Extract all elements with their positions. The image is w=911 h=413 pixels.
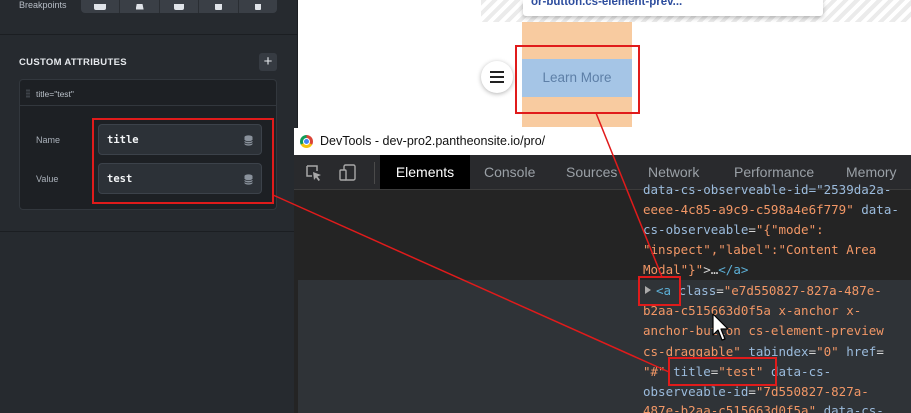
learn-more-button[interactable]: Learn More: [522, 59, 632, 97]
code-line: eeee-4c85-a9c9-c598a4e6f779" data-: [643, 202, 899, 217]
tooltip-text: or-button.cs-element-prev...: [531, 0, 683, 8]
name-label: Name: [36, 135, 61, 145]
code-text: title: [665, 364, 711, 379]
code-text: <a: [656, 283, 672, 298]
code-text: 487e-b2aa-c515663d0f5a": [643, 403, 817, 413]
hamburger-menu-button[interactable]: [481, 61, 513, 93]
code-text: >…: [703, 262, 719, 277]
code-line: cs-draggable" tabindex="0" href=: [643, 344, 884, 359]
tablet-landscape-icon: [174, 3, 185, 10]
breakpoints-label: Breakpoints: [19, 0, 67, 10]
code-text: =: [748, 384, 756, 399]
code-text: "7d550827-827a-: [755, 384, 869, 399]
breakpoints-row: Breakpoints: [0, 0, 298, 13]
code-line: Modal"}">…</a>: [643, 262, 748, 277]
inspect-element-icon[interactable]: [304, 163, 324, 183]
code-text: cs-draggable": [643, 344, 741, 359]
attribute-card: title="test" Name title Value test: [19, 79, 277, 210]
code-text: data-cs-: [763, 364, 832, 379]
toolbar-separator: [374, 162, 375, 184]
code-text: "inspect","label":"Content Area: [643, 242, 877, 257]
device-toolbar-icon[interactable]: [338, 163, 358, 183]
code-text: data-: [853, 202, 899, 217]
expand-node-icon[interactable]: [645, 286, 651, 294]
breakpoint-phone-button[interactable]: [238, 0, 277, 13]
code-text: observeable-id: [643, 384, 749, 399]
hamburger-icon: [490, 71, 504, 73]
code-text: data-cs-observeable-id="2539da2a-: [643, 182, 892, 197]
chrome-icon: [300, 135, 313, 148]
attribute-summary-text: title="test": [36, 89, 74, 99]
code-line: data-cs-observeable-id="2539da2a-: [643, 182, 891, 197]
desktop-icon: [94, 3, 107, 10]
breakpoint-button-group: [81, 0, 277, 13]
code-text: href: [838, 344, 877, 359]
code-text: eeee-4c85-a9c9-c598a4e6f779": [643, 202, 854, 217]
breakpoint-laptop-button[interactable]: [120, 0, 160, 13]
attribute-summary-row[interactable]: title="test": [20, 80, 276, 106]
value-label: Value: [36, 174, 59, 184]
dynamic-content-icon[interactable]: [244, 174, 253, 185]
devtools-window-title: DevTools - dev-pro2.pantheonsite.io/pro/: [320, 134, 546, 148]
code-text: =: [716, 283, 724, 298]
code-text: =: [876, 344, 884, 359]
code-text: "e7d550827-827a-487e-: [723, 283, 882, 298]
code-line: b2aa-c515663d0f5a x-anchor x-: [643, 303, 861, 318]
code-text: tabindex: [740, 344, 809, 359]
devtools-titlebar: DevTools - dev-pro2.pantheonsite.io/pro/: [294, 128, 911, 155]
code-line: anchor-button cs-element-preview: [643, 323, 884, 338]
code-text: </a>: [718, 262, 749, 277]
tab-elements[interactable]: Elements: [380, 155, 470, 189]
dynamic-content-icon[interactable]: [244, 135, 253, 146]
code-text: cs-observeable: [643, 222, 749, 237]
code-line: "#" title="test" data-cs-: [643, 364, 831, 379]
tab-console[interactable]: Console: [484, 155, 535, 189]
custom-attributes-header: CUSTOM ATTRIBUTES: [19, 57, 127, 68]
code-line: "inspect","label":"Content Area: [643, 242, 876, 257]
code-line: cs-observeable="{"mode":: [643, 222, 824, 237]
code-text: "{"mode":: [755, 222, 824, 237]
name-field[interactable]: title: [98, 124, 262, 155]
mouse-cursor-icon: [712, 313, 729, 341]
code-text: b2aa-c515663d0f5a x-anchor x-: [643, 303, 862, 318]
name-field-value: title: [107, 134, 139, 146]
phone-icon: [254, 3, 261, 10]
code-text: class: [671, 283, 717, 298]
element-selector-tooltip: or-button.cs-element-prev...: [523, 0, 823, 16]
code-text: "test": [718, 364, 764, 379]
code-text: =: [748, 222, 756, 237]
laptop-icon: [135, 3, 144, 10]
add-attribute-button[interactable]: +: [259, 53, 277, 71]
tab-sources[interactable]: Sources: [566, 155, 617, 189]
hamburger-icon-bar: [490, 81, 504, 83]
code-text: Modal"}": [643, 262, 704, 277]
hamburger-icon-bar: [490, 76, 504, 78]
section-divider: [0, 231, 298, 232]
section-divider: [0, 34, 298, 35]
left-panel: Breakpoints CUSTOM ATTRIBUTES + title="t…: [0, 0, 298, 413]
value-field-value: test: [107, 173, 133, 185]
breakpoint-desktop-button[interactable]: [81, 0, 121, 13]
drag-handle-icon[interactable]: [26, 89, 30, 98]
tablet-icon: [214, 3, 222, 10]
value-field[interactable]: test: [98, 163, 262, 194]
breakpoint-tablet-button[interactable]: [199, 0, 239, 13]
code-line[interactable]: <a class="e7d550827-827a-487e-: [656, 283, 882, 298]
code-text: "#": [643, 364, 666, 379]
code-text: data-cs-: [816, 403, 884, 413]
breakpoint-tablet-landscape-button[interactable]: [159, 0, 200, 13]
code-text: "0": [816, 344, 839, 359]
code-line: 487e-b2aa-c515663d0f5a" data-cs-: [643, 403, 884, 413]
code-line: observeable-id="7d550827-827a-: [643, 384, 869, 399]
code-text: =: [808, 344, 817, 359]
code-text: anchor-button cs-element-preview: [643, 323, 884, 338]
